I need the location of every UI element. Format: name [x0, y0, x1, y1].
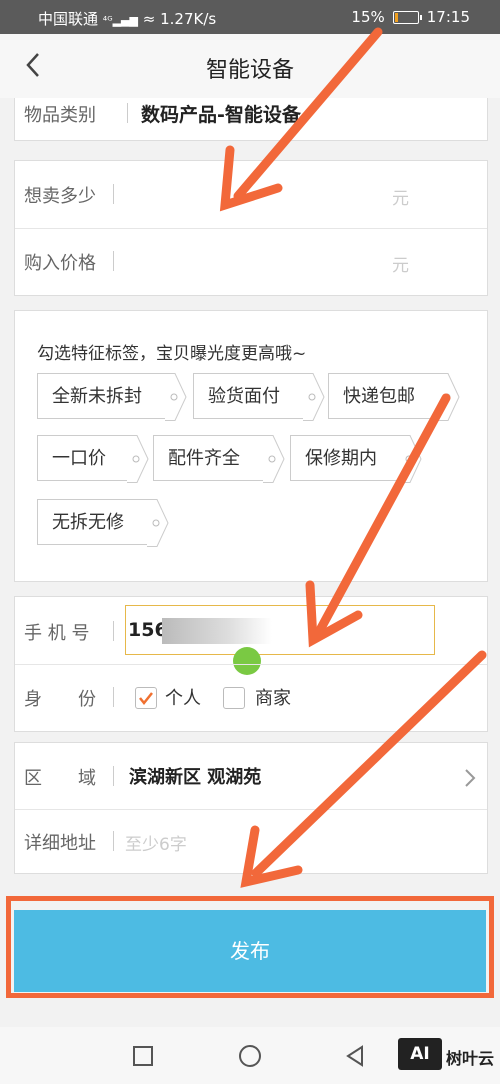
annotation-arrow — [251, 650, 487, 878]
annotation-arrow — [315, 393, 451, 635]
watermark: AI 树叶云 — [398, 1038, 494, 1074]
annotation-arrow — [233, 27, 383, 201]
watermark-text: 树叶云 — [446, 1049, 495, 1068]
back-nav-icon[interactable] — [344, 1044, 366, 1068]
home-icon[interactable] — [238, 1044, 262, 1068]
annotation-arrows — [219, 27, 487, 888]
watermark-badge: AI — [398, 1038, 442, 1070]
recent-apps-icon[interactable] — [132, 1045, 154, 1067]
